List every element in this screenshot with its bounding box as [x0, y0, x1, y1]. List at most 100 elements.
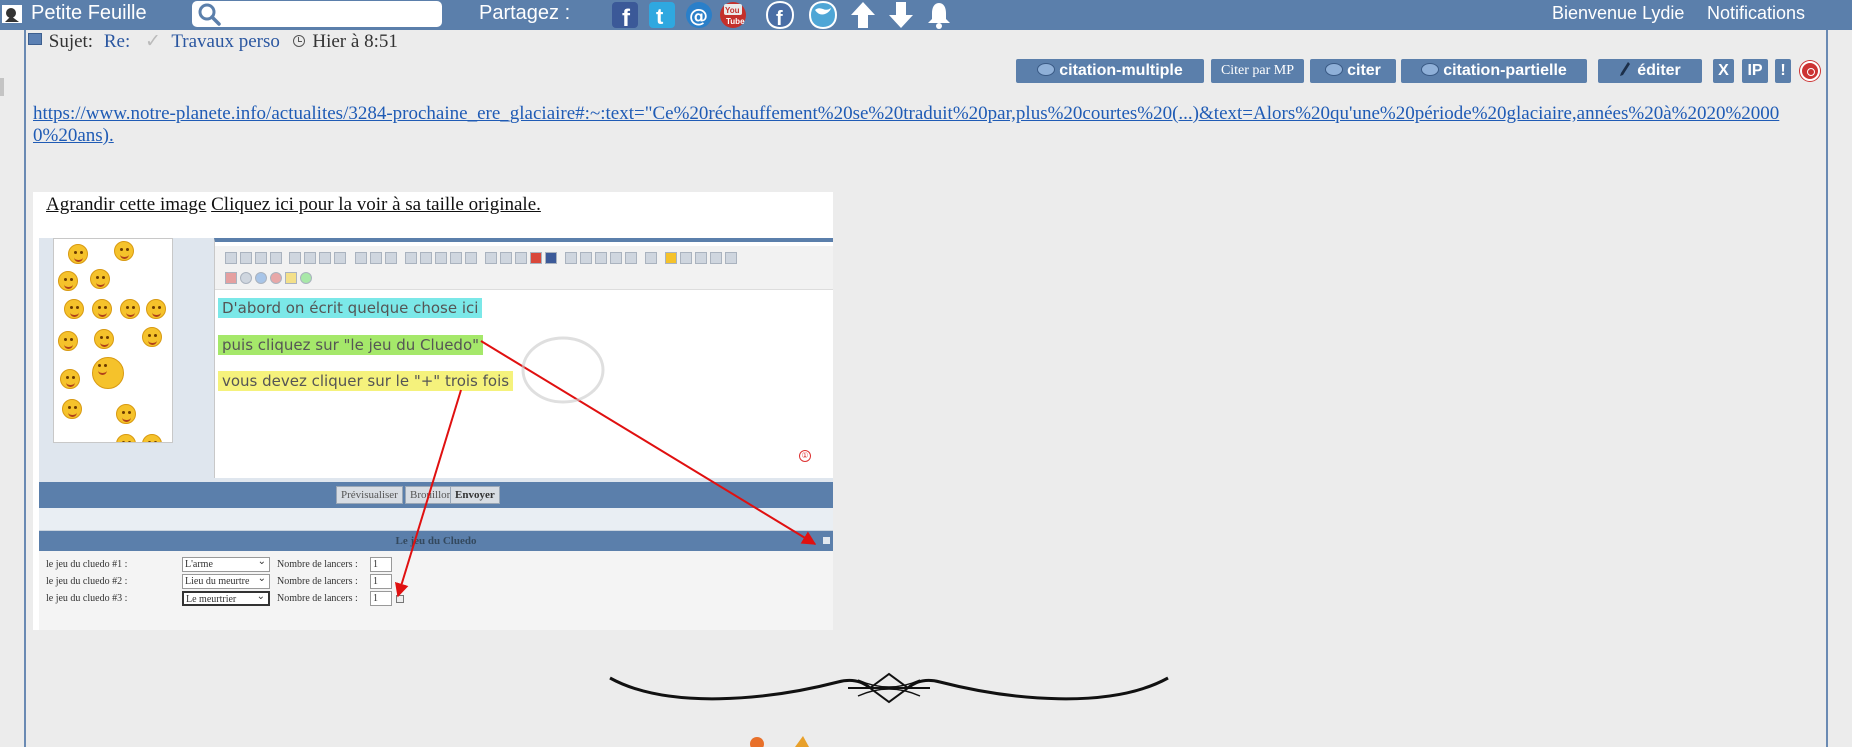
email-icon[interactable]: @: [684, 0, 714, 30]
youtube-icon[interactable]: You Tube: [718, 0, 748, 30]
smiley-icon: [64, 299, 84, 319]
clock-icon: [292, 35, 305, 47]
warning-icon[interactable]: [285, 272, 297, 284]
superscript-icon[interactable]: [565, 252, 577, 264]
arrow-up-icon[interactable]: [848, 0, 878, 30]
welcome-user[interactable]: Bienvenue Lydie: [1552, 3, 1684, 24]
editer-label: éditer: [1637, 62, 1681, 79]
smiley-icon: [62, 399, 82, 419]
original-size-link[interactable]: Cliquez ici pour la voir à sa taille ori…: [211, 194, 541, 215]
delete-button[interactable]: X: [1713, 59, 1734, 83]
site-title[interactable]: Petite Feuille: [31, 2, 147, 25]
smiley-icon: [142, 327, 162, 347]
expand-icon[interactable]: [823, 537, 830, 544]
throws-input[interactable]: 1: [370, 574, 392, 589]
throws-input[interactable]: 1: [370, 591, 392, 606]
notifications-link[interactable]: Notifications: [1707, 3, 1805, 24]
hr-icon[interactable]: [385, 252, 397, 264]
search-input[interactable]: [226, 3, 436, 25]
copy-icon[interactable]: [695, 252, 707, 264]
bold-icon[interactable]: [225, 252, 237, 264]
editer-button[interactable]: éditer: [1598, 59, 1702, 83]
ip-button[interactable]: IP: [1742, 59, 1768, 83]
cluedo-select[interactable]: Le meurtrier: [182, 590, 270, 606]
twitter-icon[interactable]: [808, 0, 838, 30]
smiley-icon: [58, 331, 78, 351]
facebook-icon[interactable]: f: [765, 0, 795, 30]
smiley-icon: [92, 357, 124, 389]
color-icon[interactable]: [225, 272, 237, 284]
green-circle-icon[interactable]: [300, 272, 312, 284]
image-enlarge-bar: Agrandir cette image Cliquez ici pour la…: [46, 194, 541, 216]
message-editor: D'abord on écrit quelque chose ici puis …: [214, 238, 833, 478]
code-icon[interactable]: [420, 252, 432, 264]
bell-icon[interactable]: [924, 0, 954, 30]
post-icon[interactable]: [28, 33, 42, 45]
spoiler-icon[interactable]: [435, 252, 447, 264]
citation-multiple-button[interactable]: citation-multiple: [1016, 59, 1204, 83]
spacer: [39, 508, 833, 530]
site-logo-icon[interactable]: [2, 3, 24, 25]
cluedo-row-label: le jeu du cluedo #1 :: [46, 559, 128, 570]
align-center-icon[interactable]: [304, 252, 316, 264]
citation-partielle-label: citation-partielle: [1443, 62, 1567, 79]
underline-icon[interactable]: [255, 252, 267, 264]
italic-icon[interactable]: [240, 252, 252, 264]
blue-circle-icon[interactable]: [255, 272, 267, 284]
align-right-icon[interactable]: [319, 252, 331, 264]
list-icon[interactable]: [355, 252, 367, 264]
report-button[interactable]: !: [1775, 59, 1791, 83]
ip-label: IP: [1747, 62, 1763, 79]
smiley-icon: [68, 244, 88, 264]
subscript-icon[interactable]: [580, 252, 592, 264]
flash-icon[interactable]: [545, 252, 557, 264]
smiley-icon: [120, 299, 140, 319]
cluedo-select[interactable]: L'arme: [182, 555, 270, 572]
twitter-icon[interactable]: t: [647, 0, 677, 30]
reply-link[interactable]: Re:: [104, 31, 130, 52]
red-circle-icon[interactable]: [270, 272, 282, 284]
preview-button[interactable]: Prévisualiser: [336, 486, 403, 504]
align-left-icon[interactable]: [289, 252, 301, 264]
host-image-icon[interactable]: [500, 252, 512, 264]
char-count-icon: ①: [799, 450, 811, 462]
strike-icon[interactable]: [270, 252, 282, 264]
cluedo-select[interactable]: Lieu du meurtre: [182, 572, 270, 589]
paste-icon[interactable]: [710, 252, 722, 264]
search-icon[interactable]: [196, 2, 222, 26]
circle-icon[interactable]: [240, 272, 252, 284]
justify-icon[interactable]: [334, 252, 346, 264]
youtube-embed-icon[interactable]: [530, 252, 542, 264]
plus-button[interactable]: [396, 595, 404, 603]
arrow-down-icon[interactable]: [886, 0, 916, 30]
smiley-icon: [116, 434, 136, 442]
numbered-list-icon[interactable]: [370, 252, 382, 264]
enlarge-image-link[interactable]: Agrandir cette image: [46, 194, 206, 215]
post-subject-row: Sujet: Re: ✓ Travaux perso Hier à 8:51: [28, 30, 398, 54]
link-icon[interactable]: [515, 252, 527, 264]
smiley-toolbar-icon[interactable]: [665, 252, 677, 264]
font-color-icon[interactable]: [610, 252, 622, 264]
hide-icon[interactable]: [450, 252, 462, 264]
source-mode-icon[interactable]: [645, 252, 657, 264]
font-face-icon[interactable]: [625, 252, 637, 264]
table-icon[interactable]: [465, 252, 477, 264]
throws-input[interactable]: 1: [370, 557, 392, 572]
warn-user-icon[interactable]: [1800, 61, 1820, 81]
citation-partielle-button[interactable]: citation-partielle: [1401, 59, 1587, 83]
date-icon[interactable]: [680, 252, 692, 264]
citer-button[interactable]: citer: [1310, 59, 1396, 83]
article-link[interactable]: https://www.notre-planete.info/actualite…: [33, 103, 1803, 147]
cluedo-row: le jeu du cluedo #2 : Lieu du meurtre No…: [46, 572, 826, 590]
quote-icon[interactable]: [405, 252, 417, 264]
smilies-panel: [53, 238, 173, 443]
citer-par-mp-button[interactable]: Citer par MP: [1211, 59, 1304, 83]
speech-bubble-icon: [1037, 63, 1056, 76]
facebook-icon[interactable]: f: [610, 0, 640, 30]
send-button[interactable]: Envoyer: [450, 486, 500, 504]
topic-link[interactable]: Travaux perso: [171, 31, 280, 52]
image-icon[interactable]: [485, 252, 497, 264]
font-size-icon[interactable]: [595, 252, 607, 264]
editor-toolbar: [215, 246, 833, 290]
clear-icon[interactable]: [725, 252, 737, 264]
